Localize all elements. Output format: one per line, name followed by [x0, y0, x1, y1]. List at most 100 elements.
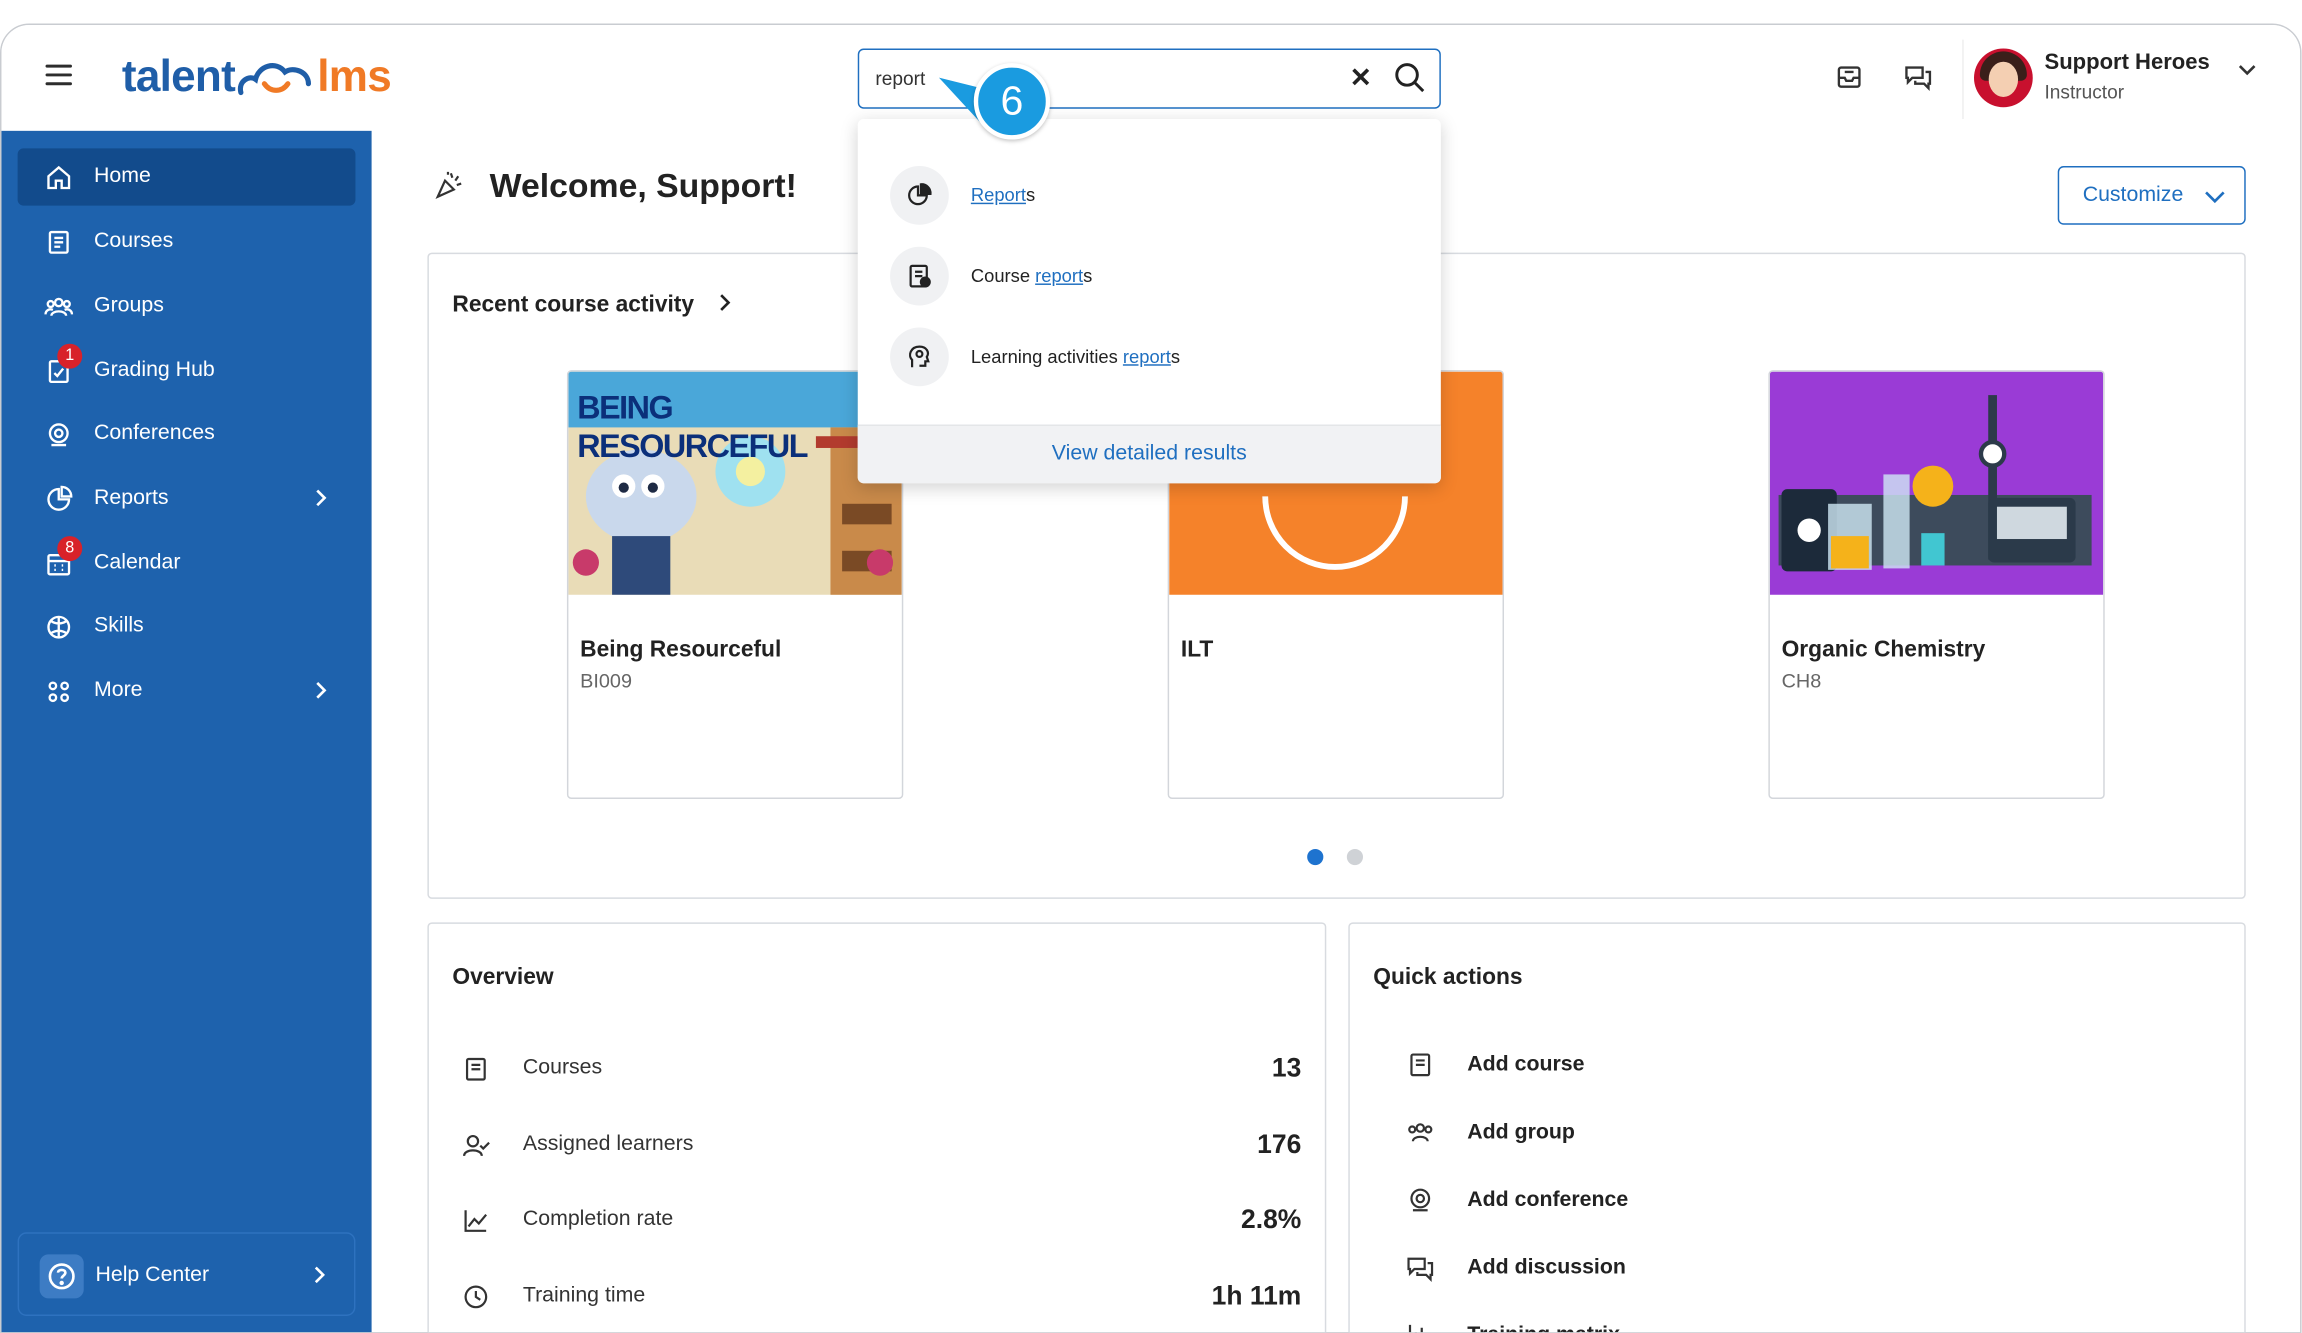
- groups-icon: [44, 297, 74, 317]
- overview-panel: Overview Courses 13 Assigned learners 17…: [427, 922, 1327, 1333]
- add-conference-button[interactable]: Add conference: [1406, 1182, 1847, 1220]
- view-detailed-results-button[interactable]: View detailed results: [857, 424, 1441, 484]
- search-result-text: Reports: [970, 185, 1036, 206]
- quick-action-label: Add conference: [1467, 1188, 1629, 1212]
- carousel-dot-1[interactable]: [1307, 848, 1324, 866]
- carousel-dot-2[interactable]: [1346, 848, 1363, 866]
- search-result-learning-activities-reports[interactable]: Learning activities reports: [890, 327, 1419, 387]
- sidebar-item-more[interactable]: More: [18, 662, 356, 719]
- course-banner-text: BEING RESOURCEFUL: [577, 389, 808, 465]
- more-icon: [48, 681, 70, 703]
- quick-actions-title: Quick actions: [1373, 964, 1523, 990]
- courses-icon: [1410, 1053, 1431, 1077]
- overview-row-training-time: Training time 1h 11m: [461, 1278, 1301, 1316]
- add-discussion-button[interactable]: Add discussion: [1406, 1250, 1847, 1288]
- user-menu[interactable]: Support Heroes Instructor: [1962, 39, 2276, 119]
- courses-icon: [465, 1057, 486, 1081]
- sidebar-item-reports[interactable]: Reports: [18, 470, 356, 527]
- overview-row-completion: Completion rate 2.8%: [461, 1201, 1301, 1239]
- avatar: [1974, 48, 2033, 108]
- groups-icon: [1408, 1123, 1433, 1142]
- search-result-course-reports[interactable]: Course reports: [890, 246, 1419, 306]
- home-icon: [47, 165, 71, 190]
- customize-button[interactable]: Customize: [2057, 165, 2246, 225]
- sidebar-item-label: Calendar: [94, 550, 181, 575]
- sidebar-item-label: Reports: [94, 486, 169, 510]
- course-card[interactable]: Organic Chemistry CH8: [1768, 370, 2105, 799]
- reports-icon: [47, 485, 73, 511]
- page-title: Welcome, Support!: [433, 166, 797, 206]
- user-check-icon: [463, 1134, 490, 1157]
- calendar-badge: 8: [57, 536, 83, 562]
- user-name: Support Heroes: [2044, 49, 2210, 75]
- chevron-right-icon: [314, 1266, 325, 1284]
- reports-icon: [890, 165, 949, 225]
- messages-icon[interactable]: [1904, 62, 1933, 91]
- course-code: CH8: [1781, 669, 1822, 692]
- chevron-down-icon: [2238, 65, 2256, 76]
- search-result-reports[interactable]: Reports: [890, 165, 1419, 225]
- inbox-icon[interactable]: [1834, 62, 1863, 91]
- quick-action-label: Add group: [1467, 1120, 1575, 1145]
- overview-label: Assigned learners: [522, 1132, 694, 1156]
- carousel-pagination: [1307, 846, 1386, 872]
- sidebar-item-label: Home: [94, 164, 151, 189]
- overview-value: 1h 11m: [1211, 1280, 1302, 1311]
- course-report-icon: [890, 246, 949, 306]
- skills-icon: [47, 615, 71, 639]
- sidebar-item-conferences[interactable]: Conferences: [18, 405, 356, 462]
- recent-activity-link[interactable]: Recent course activity: [452, 292, 732, 318]
- quick-action-label: Add discussion: [1467, 1255, 1626, 1280]
- line-chart-icon: [464, 1210, 488, 1232]
- sidebar-item-groups[interactable]: Groups: [18, 278, 356, 335]
- sidebar-item-label: More: [94, 678, 143, 703]
- help-center-button[interactable]: Help Center: [17, 1232, 356, 1316]
- overview-label: Courses: [522, 1056, 603, 1080]
- grading-badge: 1: [57, 343, 83, 369]
- chevron-right-icon: [316, 489, 327, 507]
- help-center-label: Help Center: [95, 1263, 210, 1287]
- talentlms-logo[interactable]: talent lms: [122, 48, 392, 107]
- search-value: report: [875, 67, 926, 90]
- sidebar-item-home[interactable]: Home: [17, 148, 356, 206]
- chevron-right-icon: [316, 682, 327, 699]
- matrix-icon: [1408, 1324, 1423, 1333]
- sidebar-item-label: Groups: [94, 293, 164, 318]
- help-icon: [39, 1254, 84, 1299]
- cloud-logo-icon: [237, 63, 312, 96]
- overview-row-courses: Courses 13: [461, 1050, 1301, 1088]
- course-card[interactable]: BEING RESOURCEFUL Being Resourceful BI00…: [566, 370, 904, 799]
- sidebar-item-label: Courses: [94, 229, 174, 253]
- welcome-text: Welcome, Support!: [489, 165, 797, 205]
- clock-icon: [464, 1285, 488, 1309]
- conference-icon: [1410, 1188, 1431, 1212]
- training-matrix-button[interactable]: Training matrix: [1406, 1317, 1847, 1333]
- conference-icon: [48, 423, 69, 447]
- overview-title: Overview: [452, 964, 554, 990]
- discussion-icon: [1407, 1257, 1434, 1282]
- party-icon: [435, 171, 462, 200]
- customize-label: Customize: [2082, 183, 2184, 208]
- menu-icon[interactable]: [45, 64, 72, 86]
- courses-icon: [48, 230, 69, 254]
- clear-search-icon[interactable]: ✕: [1350, 63, 1372, 94]
- user-role: Instructor: [2044, 80, 2125, 103]
- add-course-button[interactable]: Add course: [1406, 1047, 1847, 1085]
- sidebar-item-label: Skills: [94, 613, 144, 638]
- top-header: talent lms report ✕ Support Heroes Instr…: [1, 24, 2301, 131]
- add-group-button[interactable]: Add group: [1406, 1115, 1847, 1153]
- search-result-text: Learning activities reports: [970, 346, 1181, 368]
- course-title: Being Resourceful: [580, 637, 782, 663]
- sidebar-item-courses[interactable]: Courses: [18, 213, 356, 270]
- overview-label: Completion rate: [522, 1207, 674, 1231]
- sidebar-item-skills[interactable]: Skills: [18, 598, 356, 655]
- chevron-down-icon: [2205, 191, 2225, 204]
- logo-text-right: lms: [317, 52, 392, 102]
- sidebar: Home Courses Groups 1 Grading Hub Confer…: [1, 130, 372, 1333]
- sidebar-item-calendar[interactable]: 8 Calendar: [18, 535, 356, 592]
- overview-value: 2.8%: [1241, 1204, 1302, 1234]
- sidebar-item-grading-hub[interactable]: 1 Grading Hub: [18, 342, 356, 399]
- course-thumbnail: [1769, 371, 2104, 595]
- course-title: Organic Chemistry: [1781, 637, 1986, 663]
- search-icon[interactable]: [1392, 60, 1427, 95]
